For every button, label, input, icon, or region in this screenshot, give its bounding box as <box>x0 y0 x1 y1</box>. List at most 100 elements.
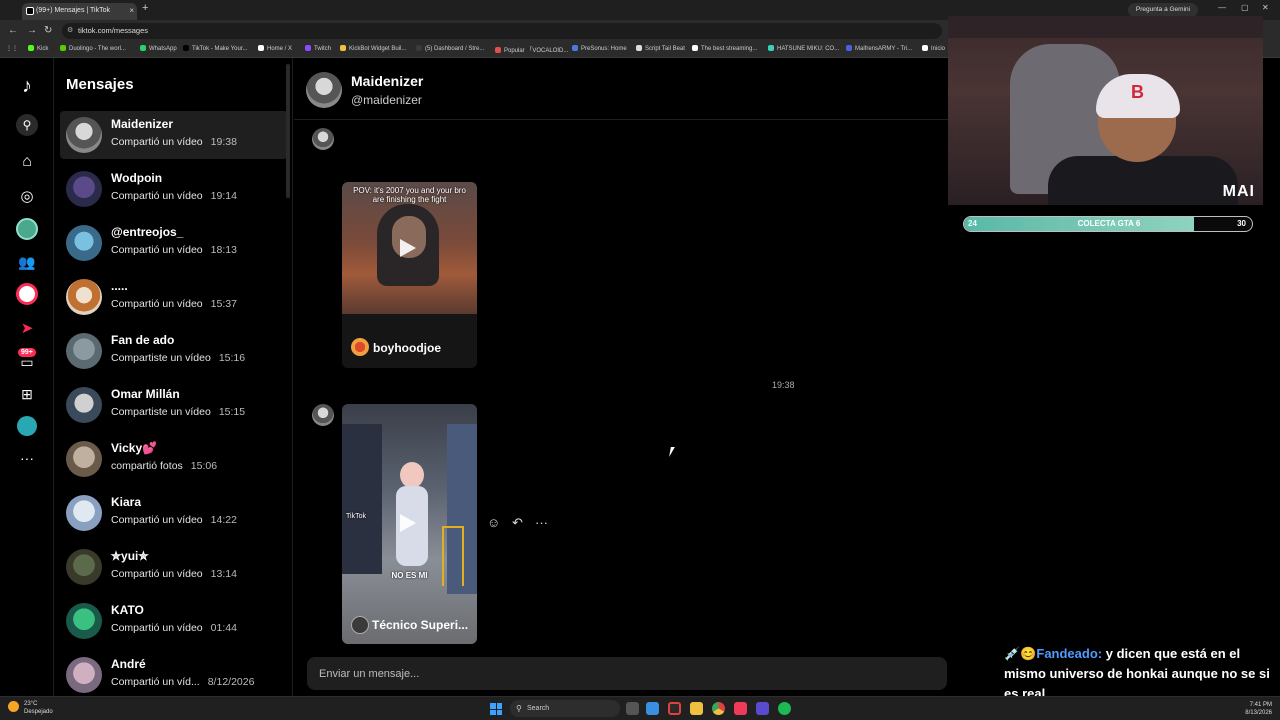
chat-contact-name[interactable]: Maidenizer <box>351 73 423 89</box>
bookmark-item[interactable]: Inicio <box>922 45 945 52</box>
upload-plus-icon[interactable]: ⊞ <box>17 384 37 404</box>
more-dots-icon[interactable]: ··· <box>17 448 37 468</box>
windows-start-icon[interactable] <box>490 703 502 715</box>
webcam-background-shelf <box>948 16 1263 38</box>
bookmark-item[interactable]: HATSUNE MIKU: CO... <box>768 45 839 52</box>
conversation-item[interactable]: André Compartió un víd... 8/12/2026 <box>60 651 288 699</box>
forward-arrow-icon[interactable]: → <box>27 25 37 36</box>
play-icon[interactable] <box>400 239 416 257</box>
conversation-item[interactable]: ✮yui✮ Compartió un vídeo 13:14 <box>60 543 288 591</box>
conversation-preview: Compartió un vídeo 14:22 <box>111 514 237 526</box>
tab-close-icon[interactable]: × <box>129 3 134 19</box>
conversation-item[interactable]: Wodpoin Compartió un vídeo 19:14 <box>60 165 288 213</box>
bookmark-item[interactable]: Twitch <box>305 45 331 52</box>
conversation-preview-text: Compartió un vídeo <box>111 622 203 634</box>
conversation-item[interactable]: ..... Compartió un vídeo 15:37 <box>60 273 288 321</box>
conversation-item[interactable]: KATO Compartió un vídeo 01:44 <box>60 597 288 645</box>
conversation-time: 15:06 <box>190 460 218 472</box>
conversation-name: Wodpoin <box>111 171 163 185</box>
bookmark-label: Duolingo - The worl... <box>69 46 126 52</box>
conversation-item[interactable]: Kiara Compartió un vídeo 14:22 <box>60 489 288 537</box>
conversation-preview-text: Compartió un vídeo <box>111 298 203 310</box>
more-options-icon[interactable]: ··· <box>535 515 548 530</box>
site-info-icon[interactable]: ⚙ <box>67 23 73 39</box>
video-author-row[interactable]: boyhoodjoe <box>342 314 477 368</box>
conversation-item[interactable]: Omar Millán Compartiste un vídeo 15:15 <box>60 381 288 429</box>
app-icon[interactable] <box>668 702 681 715</box>
shared-video-card[interactable]: TikTok NO ES MI Técnico Superi... <box>342 404 477 644</box>
tiktok-logo-icon[interactable]: ♪ <box>17 75 37 97</box>
taskbar-search-label: Search <box>527 705 550 712</box>
message-input[interactable] <box>307 657 947 690</box>
weather-widget[interactable]: 23°C Despejado <box>8 700 53 716</box>
bookmark-item[interactable]: (5) Dashboard / Stre... <box>416 45 484 52</box>
tiktok-favicon-icon <box>26 7 34 15</box>
goal-label: COLECTA GTA 6 <box>1077 219 1141 228</box>
video-thumbnail[interactable]: TikTok NO ES MI Técnico Superi... <box>342 404 477 644</box>
reply-icon[interactable]: ↶ <box>512 515 523 531</box>
taskbar-search[interactable]: ⚲ Search <box>510 700 620 717</box>
bookmark-item[interactable]: Home / X <box>258 45 292 52</box>
gemini-button[interactable]: Pregunta a Gemini <box>1128 3 1198 17</box>
bookmark-item[interactable]: PreSonus: Home <box>572 45 627 52</box>
conversation-name: @entreojos_ <box>111 225 184 239</box>
minimize-button[interactable]: — <box>1218 3 1226 12</box>
mail-app-icon[interactable] <box>646 702 659 715</box>
search-icon: ⚲ <box>516 704 522 713</box>
sender-avatar[interactable] <box>312 128 334 150</box>
shared-video-card[interactable]: POV: it's 2007 you and your bro are fini… <box>342 182 477 368</box>
friends-icon[interactable]: 👥 <box>17 252 37 272</box>
bookmark-label: PreSonus: Home <box>581 46 627 52</box>
bookmark-item[interactable]: WhatsApp <box>140 45 177 52</box>
conversation-avatar <box>66 549 102 585</box>
conversation-item[interactable]: Vicky💕 compartió fotos 15:06 <box>60 435 288 483</box>
file-explorer-icon[interactable] <box>690 702 703 715</box>
bookmark-item[interactable]: MaifrensARMY - Tri... <box>846 45 912 52</box>
bookmark-item[interactable]: Duolingo - The worl... <box>60 45 126 52</box>
bookmark-item[interactable]: Kick <box>28 45 48 52</box>
conversation-item[interactable]: @entreojos_ Compartió un vídeo 18:13 <box>60 219 288 267</box>
messages-send-icon[interactable]: ➤ <box>17 318 37 338</box>
bookmark-label: KickBot Widget Buil... <box>349 46 407 52</box>
chrome-icon[interactable] <box>712 702 725 715</box>
chat-avatar[interactable] <box>306 72 342 108</box>
conversation-avatar <box>66 279 102 315</box>
home-icon[interactable]: ⌂ <box>17 152 37 172</box>
close-window-button[interactable]: ✕ <box>1262 3 1269 12</box>
bookmark-item[interactable]: The best streaming... <box>692 45 757 52</box>
search-icon[interactable]: ⚲ <box>16 114 38 136</box>
video-author-name[interactable]: Técnico Superi... <box>372 618 468 632</box>
discord-icon[interactable] <box>756 702 769 715</box>
bookmark-item[interactable]: Popular 「VOCALOID... <box>495 45 568 54</box>
bookmark-item[interactable]: TikTok - Make Your... <box>183 45 247 52</box>
browser-tab-tiktok[interactable]: (99+) Mensajes | TikTok × <box>22 3 137 20</box>
live-icon[interactable] <box>16 283 38 305</box>
following-avatar-icon[interactable] <box>16 218 38 240</box>
conversation-item[interactable]: Fan de ado Compartiste un vídeo 15:16 <box>60 327 288 375</box>
bookmark-item[interactable]: Script Tail Beat <box>636 45 685 52</box>
new-tab-button[interactable]: + <box>142 2 148 14</box>
conversation-item[interactable]: Maidenizer Compartió un vídeo 19:38 <box>60 111 288 159</box>
music-app-icon[interactable] <box>734 702 747 715</box>
spotify-icon[interactable] <box>778 702 791 715</box>
chat-contact-handle[interactable]: @maidenizer <box>351 93 422 107</box>
taskbar-clock[interactable]: 7:41 PM 8/13/2026 <box>1238 701 1272 717</box>
video-thumbnail[interactable]: POV: it's 2007 you and your bro are fini… <box>342 182 477 314</box>
bookmark-label: MaifrensARMY - Tri... <box>855 46 913 52</box>
bookmark-item[interactable]: KickBot Widget Buil... <box>340 45 406 52</box>
maximize-button[interactable]: ▢ <box>1241 3 1249 12</box>
task-view-icon[interactable] <box>626 702 639 715</box>
explore-compass-icon[interactable]: ◎ <box>17 186 37 206</box>
conversation-preview-text: Compartió un vídeo <box>111 244 203 256</box>
conversation-scrollbar[interactable] <box>286 64 290 198</box>
react-emoji-icon[interactable]: ☺ <box>487 515 500 530</box>
sender-avatar[interactable] <box>312 404 334 426</box>
conversation-time: 15:16 <box>218 352 246 364</box>
url-field[interactable]: ⚙ tiktok.com/messages <box>62 23 942 39</box>
profile-avatar-icon[interactable] <box>17 416 37 436</box>
play-icon[interactable] <box>400 514 416 532</box>
bookmark-favicon-icon <box>60 45 66 51</box>
back-arrow-icon[interactable]: ← <box>8 25 18 36</box>
reload-icon[interactable]: ↻ <box>44 25 52 36</box>
apps-grid-icon[interactable]: ⋮⋮ <box>6 45 18 52</box>
